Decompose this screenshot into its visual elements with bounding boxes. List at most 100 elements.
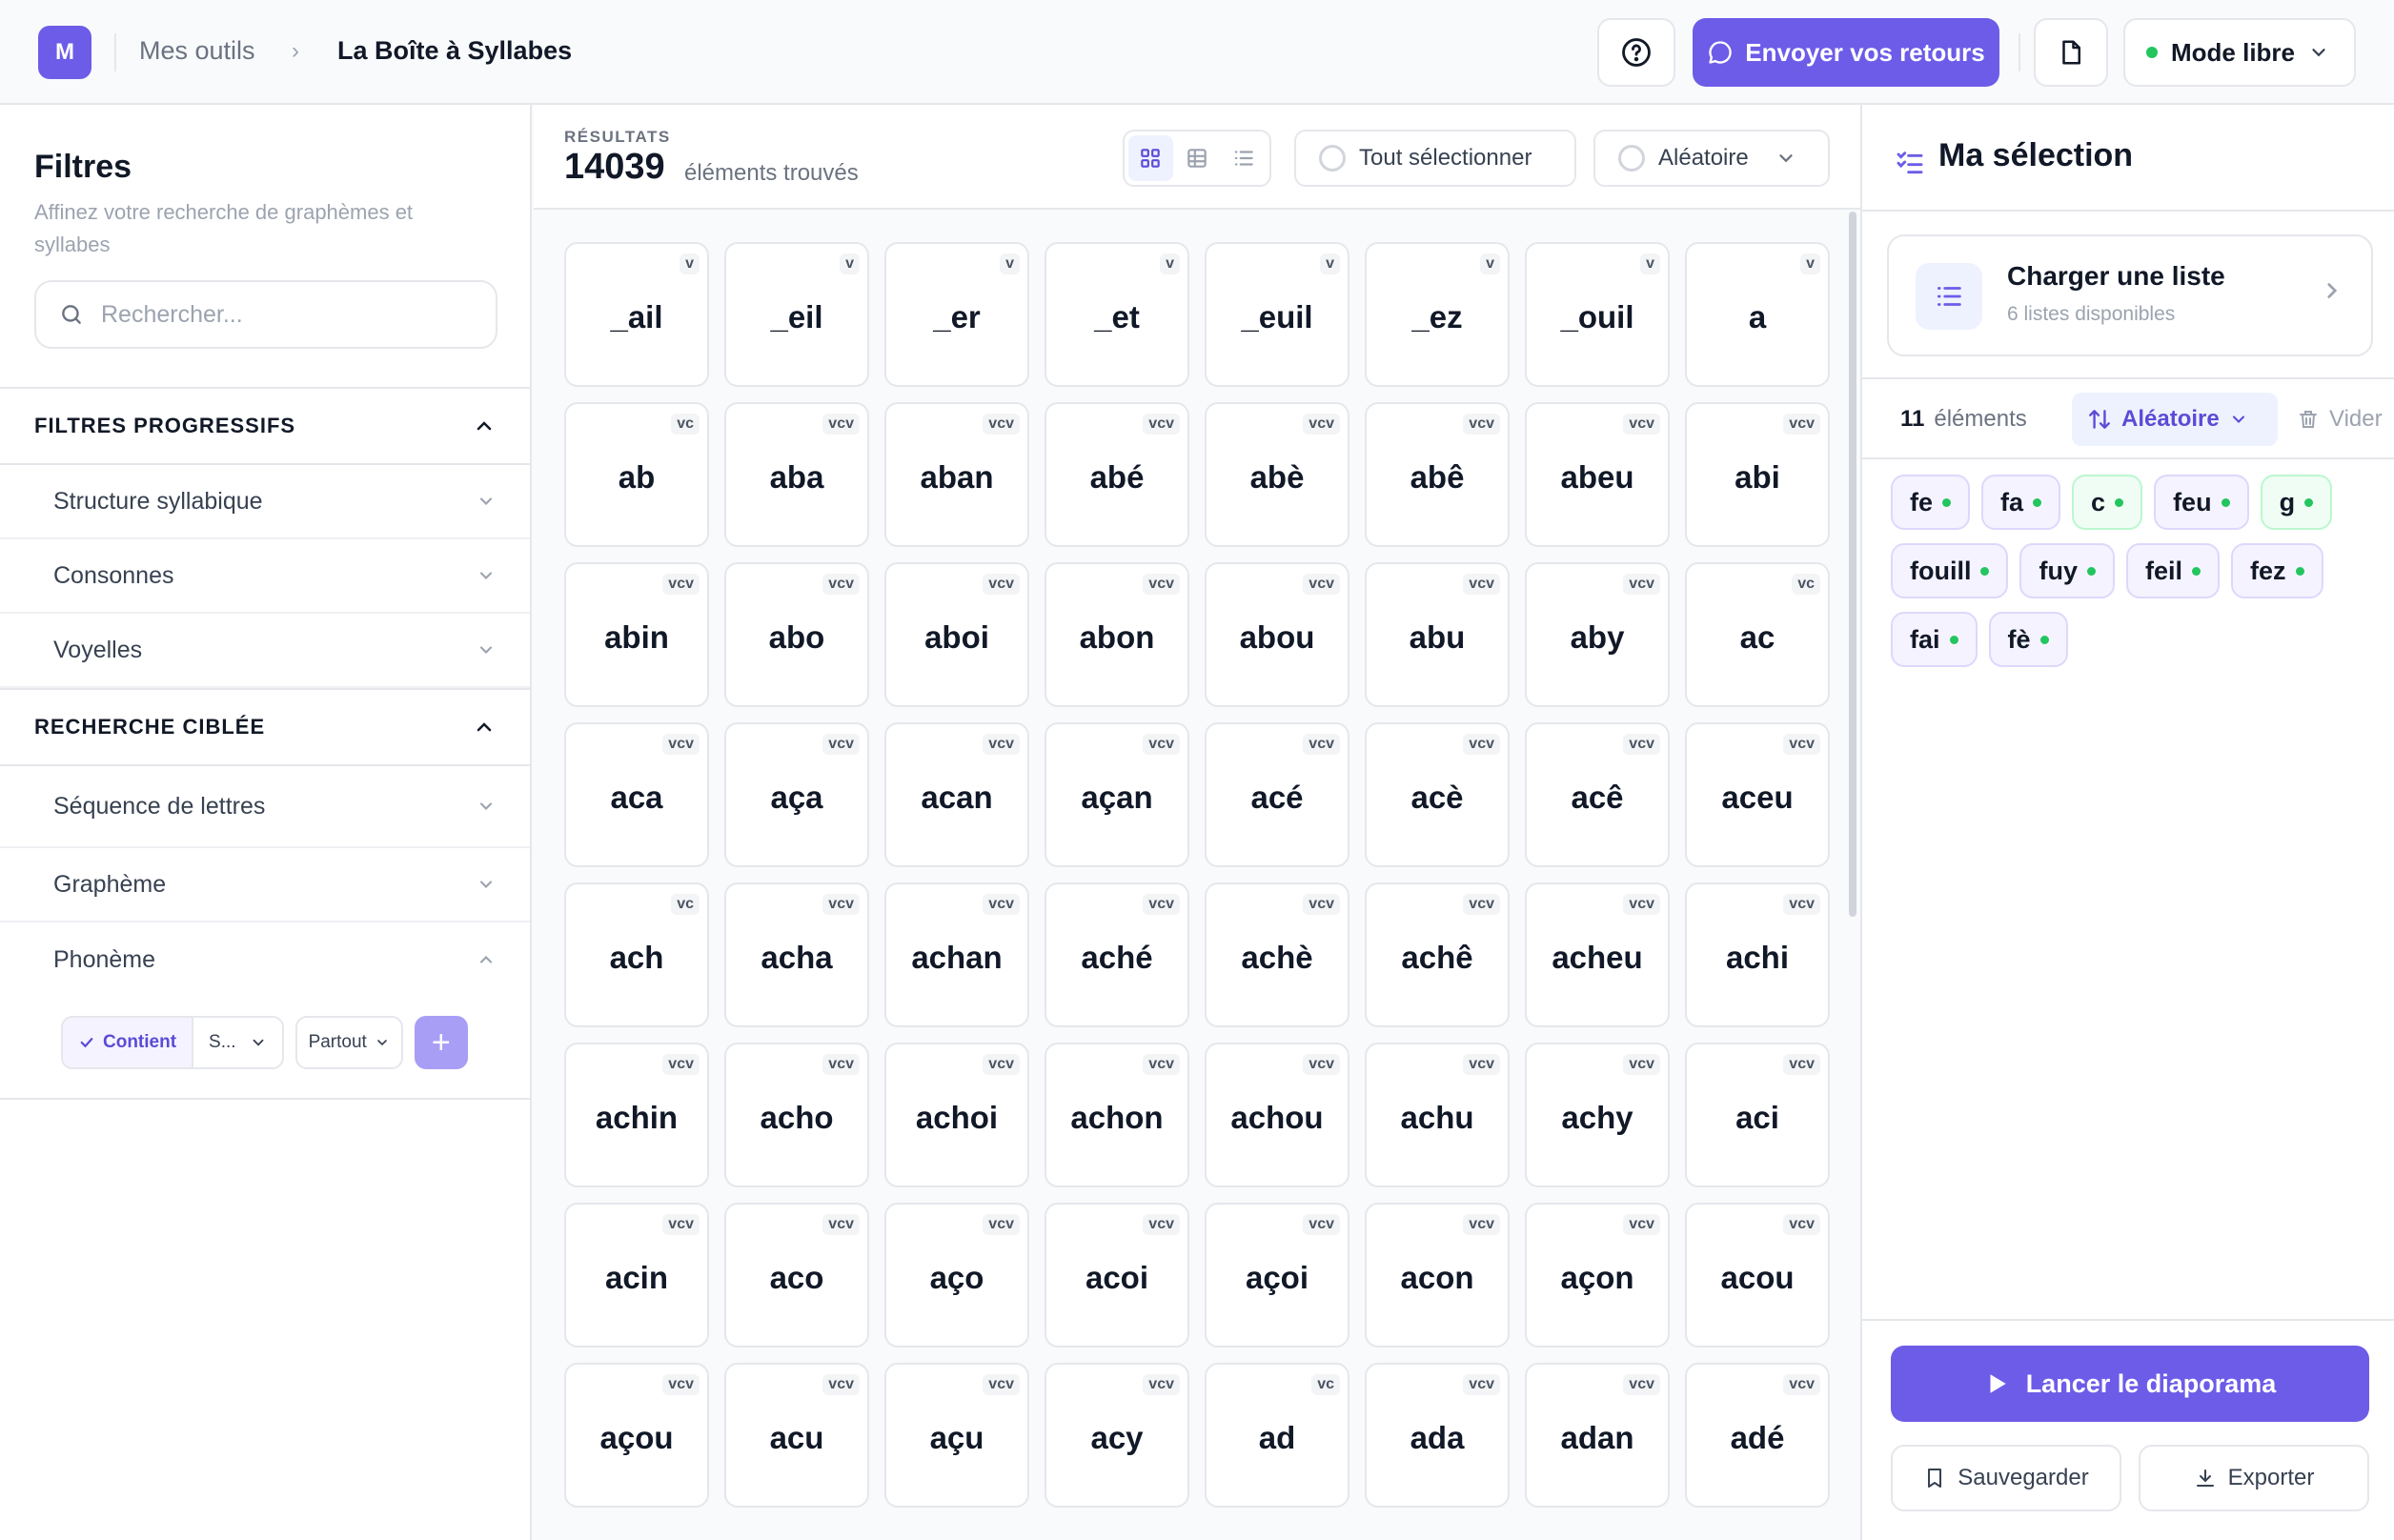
syllable-card[interactable]: vcv acho bbox=[724, 1043, 869, 1187]
syllable-card[interactable]: vcv ada bbox=[1365, 1363, 1510, 1508]
syllable-card[interactable]: vcv acha bbox=[724, 882, 869, 1027]
table-view-button[interactable] bbox=[1175, 135, 1220, 181]
filter-structure-syllabique[interactable]: Structure syllabique bbox=[0, 465, 530, 539]
syllable-card[interactable]: vcv aço bbox=[884, 1203, 1029, 1348]
syllable-card[interactable]: v _ail bbox=[564, 242, 709, 387]
section-progressive-filters[interactable]: FILTRES PROGRESSIFS bbox=[0, 387, 530, 465]
syllable-card[interactable]: vcv acè bbox=[1365, 722, 1510, 867]
syllable-card[interactable]: vcv abé bbox=[1045, 402, 1189, 547]
filter-consonnes[interactable]: Consonnes bbox=[0, 539, 530, 614]
syllable-card[interactable]: vcv aca bbox=[564, 722, 709, 867]
position-select[interactable]: Partout bbox=[294, 1016, 403, 1069]
export-button[interactable]: Exporter bbox=[2139, 1445, 2369, 1511]
save-button[interactable]: Sauvegarder bbox=[1891, 1445, 2121, 1511]
syllable-card[interactable]: vcv abin bbox=[564, 562, 709, 707]
phoneme-value-select[interactable]: S... bbox=[193, 1018, 282, 1067]
selection-chip[interactable]: fè bbox=[1988, 612, 2068, 667]
syllable-card[interactable]: vcv abon bbox=[1045, 562, 1189, 707]
syllable-card[interactable]: vcv aco bbox=[724, 1203, 869, 1348]
syllable-card[interactable]: vcv aby bbox=[1525, 562, 1670, 707]
select-all-button[interactable]: Tout sélectionner bbox=[1294, 130, 1576, 187]
syllable-card[interactable]: vcv aba bbox=[724, 402, 869, 547]
section-targeted-search[interactable]: RECHERCHE CIBLÉE bbox=[0, 688, 530, 766]
send-feedback-button[interactable]: Envoyer vos retours bbox=[1693, 18, 1999, 87]
list-view-button[interactable] bbox=[1221, 135, 1266, 181]
filter-phoneme[interactable]: Phonème bbox=[0, 922, 530, 997]
syllable-card[interactable]: vcv achè bbox=[1205, 882, 1349, 1027]
syllable-card[interactable]: vcv achoi bbox=[884, 1043, 1029, 1187]
syllable-card[interactable]: vcv abê bbox=[1365, 402, 1510, 547]
syllable-card[interactable]: vcv abè bbox=[1205, 402, 1349, 547]
syllable-card[interactable]: vcv achan bbox=[884, 882, 1029, 1027]
syllable-card[interactable]: vcv achon bbox=[1045, 1043, 1189, 1187]
contains-toggle[interactable]: Contient bbox=[63, 1018, 194, 1067]
syllable-card[interactable]: vc ach bbox=[564, 882, 709, 1027]
filter-sequence-lettres[interactable]: Séquence de lettres bbox=[0, 766, 530, 848]
syllable-card[interactable]: vcv adan bbox=[1525, 1363, 1670, 1508]
syllable-card[interactable]: vcv acin bbox=[564, 1203, 709, 1348]
syllable-card[interactable]: v _er bbox=[884, 242, 1029, 387]
syllable-card[interactable]: vcv açoi bbox=[1205, 1203, 1349, 1348]
syllable-card[interactable]: vcv achi bbox=[1685, 882, 1830, 1027]
syllable-card[interactable]: v _et bbox=[1045, 242, 1189, 387]
selection-chip[interactable]: fez bbox=[2231, 543, 2323, 598]
syllable-card[interactable]: vcv aceu bbox=[1685, 722, 1830, 867]
grid-view-button[interactable] bbox=[1128, 135, 1173, 181]
syllable-card[interactable]: vcv acy bbox=[1045, 1363, 1189, 1508]
syllable-card[interactable]: vcv acon bbox=[1365, 1203, 1510, 1348]
syllable-card[interactable]: vcv aci bbox=[1685, 1043, 1830, 1187]
syllable-card[interactable]: vcv aça bbox=[724, 722, 869, 867]
syllable-card[interactable]: vc ac bbox=[1685, 562, 1830, 707]
syllable-card[interactable]: vcv acu bbox=[724, 1363, 869, 1508]
syllable-card[interactable]: vcv acheu bbox=[1525, 882, 1670, 1027]
selection-chip[interactable]: feu bbox=[2154, 475, 2249, 530]
selection-chip[interactable]: fe bbox=[1891, 475, 1971, 530]
selection-chip[interactable]: c bbox=[2072, 475, 2143, 530]
syllable-card[interactable]: vc ad bbox=[1205, 1363, 1349, 1508]
breadcrumb-parent[interactable]: Mes outils bbox=[139, 36, 255, 66]
syllable-card[interactable]: vcv açon bbox=[1525, 1203, 1670, 1348]
syllable-card[interactable]: vcv abo bbox=[724, 562, 869, 707]
mode-selector[interactable]: Mode libre bbox=[2123, 18, 2356, 87]
syllable-card[interactable]: vcv aban bbox=[884, 402, 1029, 547]
syllable-card[interactable]: vcv adé bbox=[1685, 1363, 1830, 1508]
syllable-card[interactable]: vcv abi bbox=[1685, 402, 1830, 547]
syllable-card[interactable]: vcv aboi bbox=[884, 562, 1029, 707]
syllable-card[interactable]: vcv açou bbox=[564, 1363, 709, 1508]
syllable-card[interactable]: v _euil bbox=[1205, 242, 1349, 387]
syllable-card[interactable]: vcv achin bbox=[564, 1043, 709, 1187]
help-button[interactable] bbox=[1597, 18, 1675, 87]
selection-chip[interactable]: fuy bbox=[2019, 543, 2115, 598]
load-list-button[interactable]: Charger une liste 6 listes disponibles bbox=[1887, 234, 2373, 356]
syllable-card[interactable]: va bbox=[1685, 242, 1830, 387]
syllable-card[interactable]: vcv açan bbox=[1045, 722, 1189, 867]
syllable-card[interactable]: vcv achy bbox=[1525, 1043, 1670, 1187]
document-button[interactable] bbox=[2034, 18, 2108, 87]
selection-order-select[interactable]: Aléatoire bbox=[2072, 393, 2278, 446]
selection-chip[interactable]: fa bbox=[1981, 475, 2061, 530]
syllable-card[interactable]: vcv achu bbox=[1365, 1043, 1510, 1187]
syllable-card[interactable]: v _ez bbox=[1365, 242, 1510, 387]
syllable-card[interactable]: vcv aché bbox=[1045, 882, 1189, 1027]
app-logo[interactable]: M bbox=[38, 26, 91, 79]
add-phoneme-button[interactable]: + bbox=[414, 1016, 468, 1069]
selection-chip[interactable]: fai bbox=[1891, 612, 1978, 667]
syllable-card[interactable]: vcv abeu bbox=[1525, 402, 1670, 547]
syllable-card[interactable]: v _ouil bbox=[1525, 242, 1670, 387]
clear-selection-button[interactable]: Vider bbox=[2297, 406, 2383, 433]
syllable-card[interactable]: vcv acoi bbox=[1045, 1203, 1189, 1348]
selection-chip[interactable]: fouill bbox=[1891, 543, 2009, 598]
syllable-card[interactable]: vcv acé bbox=[1205, 722, 1349, 867]
search-input[interactable]: Rechercher... bbox=[34, 280, 497, 349]
syllable-card[interactable]: v _eil bbox=[724, 242, 869, 387]
syllable-card[interactable]: vcv achê bbox=[1365, 882, 1510, 1027]
syllable-card[interactable]: vcv acou bbox=[1685, 1203, 1830, 1348]
syllable-card[interactable]: vcv abu bbox=[1365, 562, 1510, 707]
syllable-card[interactable]: vcv achou bbox=[1205, 1043, 1349, 1187]
syllable-card[interactable]: vcv açu bbox=[884, 1363, 1029, 1508]
syllable-card[interactable]: vcv abou bbox=[1205, 562, 1349, 707]
start-slideshow-button[interactable]: Lancer le diaporama bbox=[1891, 1346, 2369, 1422]
selection-chip[interactable]: g bbox=[2260, 475, 2333, 530]
filter-grapheme[interactable]: Graphème bbox=[0, 848, 530, 922]
syllable-card[interactable]: vcv acan bbox=[884, 722, 1029, 867]
